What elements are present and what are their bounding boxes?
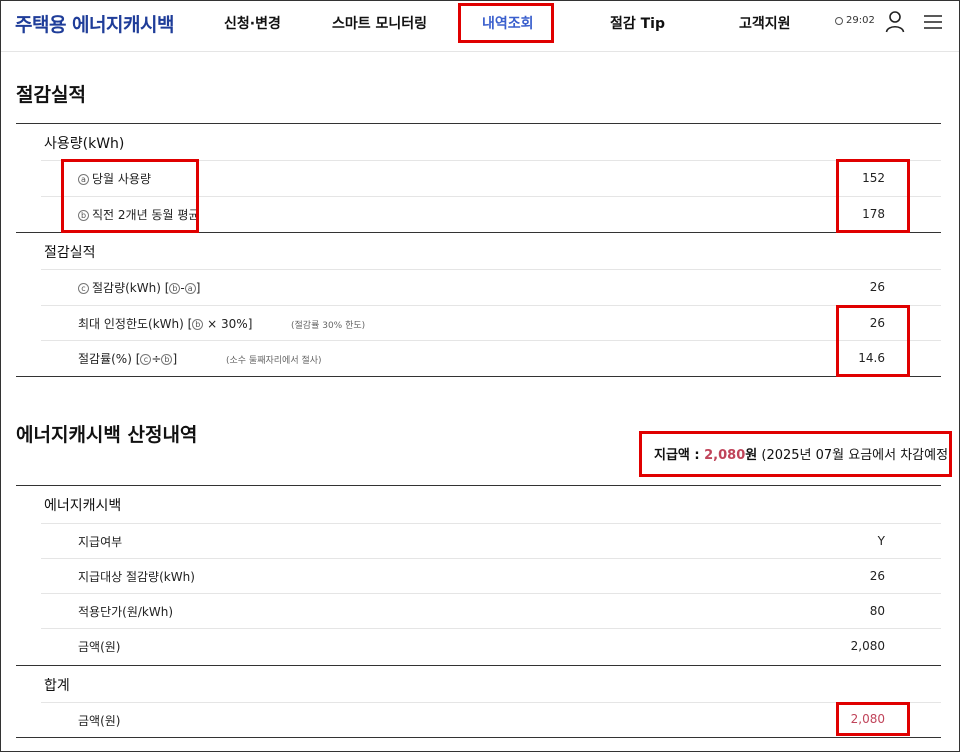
- usage-group-label: 사용량(kWh): [44, 136, 125, 152]
- timer-value: 29:02: [846, 15, 875, 26]
- row-divider: [41, 702, 941, 703]
- nav-customer-support[interactable]: 고객지원: [739, 13, 791, 33]
- highlight-box-nav: [458, 3, 554, 43]
- session-timer: 29:02: [835, 15, 875, 26]
- nav-saving-tip[interactable]: 절감 Tip: [610, 13, 665, 33]
- max-limit-note: (절감률 30% 한도): [291, 321, 366, 331]
- saving-rate-label: 절감률(%) [c ÷ b]: [78, 352, 178, 366]
- highlight-box-usage-values: [836, 159, 910, 233]
- cashback-group-label: 에너지캐시백: [44, 498, 122, 514]
- divider: [16, 485, 941, 486]
- divider: [16, 665, 941, 666]
- cashback-row-value: Y: [877, 534, 885, 548]
- saved-amount-value: 26: [869, 280, 885, 294]
- highlight-box-total: [836, 702, 910, 736]
- row-divider: [41, 558, 941, 559]
- savings-section-title: 절감실적: [16, 84, 86, 106]
- cashback-row-label: 금액(원): [78, 640, 121, 654]
- hamburger-menu-icon[interactable]: [923, 13, 943, 31]
- highlight-box-usage-labels: [61, 159, 199, 233]
- row-divider: [41, 628, 941, 629]
- cashback-section-title: 에너지캐시백 산정내역: [16, 424, 198, 446]
- cashback-row-value: 26: [869, 569, 885, 583]
- site-logo[interactable]: 주택용 에너지캐시백: [15, 10, 174, 37]
- nav-apply-change[interactable]: 신청·변경: [224, 13, 281, 33]
- nav-smart-monitoring[interactable]: 스마트 모니터링: [332, 13, 427, 33]
- cashback-row-value: 80: [869, 604, 885, 618]
- user-icon[interactable]: [885, 11, 905, 33]
- cashback-row-label: 지급여부: [78, 535, 123, 549]
- perf-group-label: 절감실적: [44, 245, 96, 261]
- row-divider: [41, 305, 941, 306]
- highlight-box-payment: [639, 431, 952, 477]
- saving-rate-note: (소수 둘째자리에서 절사): [226, 356, 322, 366]
- divider: [16, 376, 941, 377]
- max-limit-label: 최대 인정한도(kWh) [b × 30%]: [78, 317, 253, 331]
- clock-icon: [835, 16, 843, 25]
- cashback-row-label: 지급대상 절감량(kWh): [78, 570, 195, 584]
- row-divider: [41, 269, 941, 270]
- total-group-label: 합계: [44, 678, 70, 694]
- row-divider: [41, 593, 941, 594]
- highlight-box-perf-values: [836, 305, 910, 377]
- row-divider: [41, 523, 941, 524]
- cashback-row-label: 적용단가(원/kWh): [78, 605, 174, 619]
- divider: [16, 123, 941, 124]
- saved-amount-label: c 절감량(kWh) [b - a]: [78, 279, 200, 296]
- row-divider: [41, 340, 941, 341]
- total-amount-label: 금액(원): [78, 714, 121, 728]
- divider: [16, 737, 941, 738]
- cashback-row-value: 2,080: [850, 639, 885, 653]
